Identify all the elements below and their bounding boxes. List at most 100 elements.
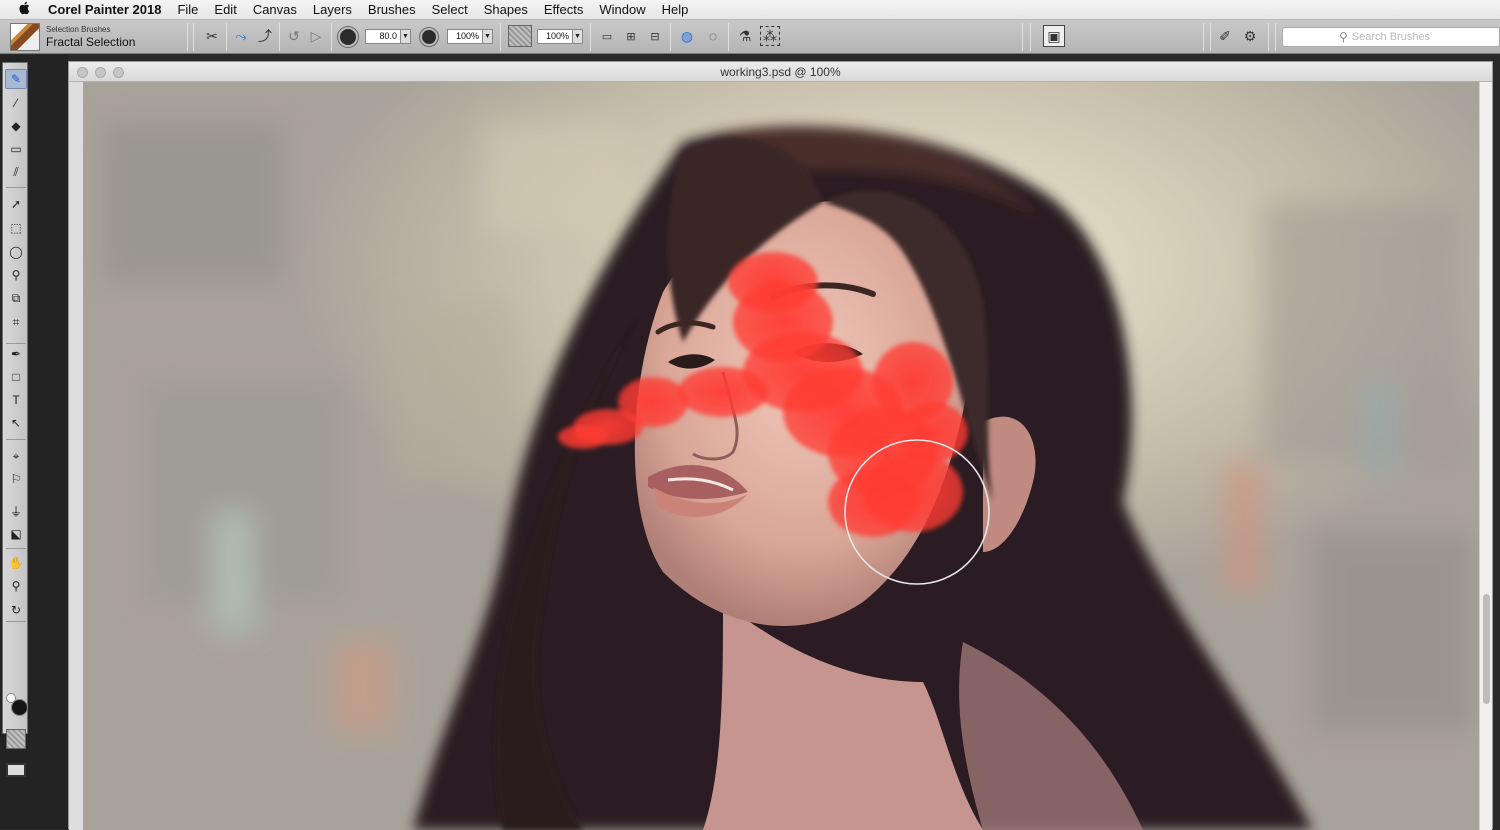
text-tool-icon[interactable]: T (5, 390, 27, 410)
canvas-margin (69, 82, 83, 830)
brush-size-field[interactable]: 80.0 (365, 29, 401, 44)
zoom-window-button[interactable] (113, 67, 124, 78)
toolbar-divider (187, 23, 188, 51)
paper-selector[interactable] (6, 729, 26, 749)
toolbar-divider (193, 23, 194, 51)
toolbox-divider (6, 621, 26, 622)
menu-bar: Corel Painter 2018 File Edit Canvas Laye… (0, 0, 1500, 20)
magic-wand-tool-icon[interactable]: ⚲ (5, 265, 27, 285)
menu-canvas[interactable]: Canvas (253, 2, 297, 17)
brush-size-icon[interactable] (338, 27, 358, 47)
menu-brushes[interactable]: Brushes (368, 2, 416, 17)
menu-shapes[interactable]: Shapes (484, 2, 528, 17)
search-placeholder: Search Brushes (1351, 31, 1431, 43)
selection-new-icon[interactable]: ▭ (597, 26, 617, 46)
rotate-page-tool-icon[interactable]: ↻ (5, 600, 27, 620)
divine-proportion-tool-icon[interactable]: ⬕ (5, 524, 27, 544)
pen-tool-icon[interactable]: ✒ (5, 344, 27, 364)
brush-thumbnail[interactable] (10, 23, 40, 51)
dodge-tool-icon[interactable]: ⚐ (5, 469, 27, 489)
brush-selector[interactable]: Selection Brushes Fractal Selection (10, 22, 180, 52)
vertical-scroll-thumb[interactable] (1483, 594, 1490, 704)
transform-tool-icon[interactable]: ⧉ (5, 288, 27, 308)
menu-window[interactable]: Window (599, 2, 645, 17)
select-all-icon[interactable]: ⁂ (760, 26, 780, 46)
menu-help[interactable]: Help (662, 2, 689, 17)
search-brushes-input[interactable]: ⚲ Search Brushes (1282, 27, 1500, 47)
selection-outline-icon[interactable]: ◌ (703, 26, 723, 46)
opacity-dropdown[interactable]: ▼ (482, 29, 493, 44)
minimize-window-button[interactable] (95, 67, 106, 78)
menu-edit[interactable]: Edit (214, 2, 236, 17)
toolbar-divider (279, 23, 280, 51)
main-color-swatch[interactable] (11, 699, 28, 716)
property-bar: Selection Brushes Fractal Selection ✂ ⤳ … (0, 20, 1500, 54)
toolbar-divider (1203, 23, 1204, 51)
brush-category-label: Selection Brushes (46, 24, 111, 34)
reset-tool-icon[interactable]: ✂ (202, 26, 222, 46)
document-title: working3.psd @ 100% (720, 65, 841, 79)
toolbar-divider (728, 23, 729, 51)
toolbar-divider (590, 23, 591, 51)
mirror-painting-tool-icon[interactable]: ⏚ (5, 501, 27, 521)
layer-adjuster-tool-icon[interactable]: ➚ (5, 194, 27, 214)
document-window: working3.psd @ 100% (68, 61, 1493, 830)
selection-mask-icon[interactable]: ◍ (677, 26, 697, 46)
toolbox: ✎ ⁄ ◆ ▭ ⫽ ➚ ⬚ ◯ ⚲ ⧉ ⌗ ✒ □ T ↖ ⌖ ⚐ ⏚ ⬕ ✋ ⚲ ↻ (2, 62, 28, 777)
toolbar-divider (1275, 23, 1276, 51)
toolbox-divider (6, 187, 26, 188)
menu-select[interactable]: Select (432, 2, 468, 17)
eraser-tool-icon[interactable]: ▭ (5, 139, 27, 159)
toolbar-divider (1210, 23, 1211, 51)
toolbar-divider (1268, 23, 1269, 51)
magnifier-tool-icon[interactable]: ⚲ (5, 576, 27, 596)
menu-file[interactable]: File (177, 2, 198, 17)
convert-selection-icon[interactable]: ⚗ (735, 26, 755, 46)
stroke-straight-icon[interactable]: ⤴ (255, 26, 275, 46)
toolbox-divider (6, 439, 26, 440)
paint-bucket-tool-icon[interactable]: ◆ (5, 116, 27, 136)
toolbox-divider (6, 548, 26, 549)
grain-dropdown[interactable]: ▼ (572, 29, 583, 44)
opacity-field[interactable]: 100% (447, 29, 483, 44)
canvas[interactable] (83, 82, 1481, 830)
grabber-hand-tool-icon[interactable]: ✋ (5, 553, 27, 573)
menu-layers[interactable]: Layers (313, 2, 352, 17)
lasso-tool-icon[interactable]: ◯ (5, 242, 27, 262)
brush-variant-label: Fractal Selection (46, 34, 136, 49)
screen-mode-toggle-icon[interactable] (6, 763, 26, 777)
brush-tool-icon[interactable]: ✎ (5, 69, 27, 89)
stroke-freehand-icon[interactable]: ⤳ (231, 26, 251, 46)
selection-add-icon[interactable]: ⊞ (621, 26, 641, 46)
menu-effects[interactable]: Effects (544, 2, 584, 17)
perspective-guides-tool-icon[interactable]: ⌖ (5, 446, 27, 466)
portrait-painting-image (83, 82, 1481, 830)
rectangular-selection-tool-icon[interactable]: ⬚ (5, 218, 27, 238)
apple-menu-icon[interactable] (0, 1, 48, 18)
shape-selection-tool-icon[interactable]: ↖ (5, 413, 27, 433)
vertical-scrollbar[interactable] (1479, 82, 1492, 830)
close-window-button[interactable] (77, 67, 88, 78)
navigator-panel-icon[interactable]: ▣ (1043, 25, 1065, 47)
settings-gear-icon[interactable]: ⚙ (1240, 26, 1260, 46)
rectangle-shape-tool-icon[interactable]: □ (5, 367, 27, 387)
stylus-bearing-icon[interactable]: ▷ (306, 26, 326, 46)
toolbar-divider (670, 23, 671, 51)
toolbar-divider (331, 23, 332, 51)
app-name-menu[interactable]: Corel Painter 2018 (48, 2, 161, 17)
crop-tool-icon[interactable]: ⌗ (5, 312, 27, 332)
brush-tracking-icon[interactable]: ✐ (1215, 26, 1235, 46)
document-titlebar[interactable]: working3.psd @ 100% (69, 62, 1492, 82)
grain-field[interactable]: 100% (537, 29, 573, 44)
dropper-tool-icon[interactable]: ⁄ (5, 93, 27, 113)
selection-subtract-icon[interactable]: ⊟ (645, 26, 665, 46)
toolbar-divider (500, 23, 501, 51)
toolbar-divider (1030, 23, 1031, 51)
opacity-icon[interactable] (420, 28, 438, 46)
grain-icon[interactable] (508, 25, 532, 47)
stylus-tilt-icon[interactable]: ↺ (284, 26, 304, 46)
toolbar-divider (1022, 23, 1023, 51)
search-icon: ⚲ (1339, 30, 1348, 44)
cloner-tool-icon[interactable]: ⫽ (5, 162, 27, 182)
brush-size-dropdown[interactable]: ▼ (400, 29, 411, 44)
